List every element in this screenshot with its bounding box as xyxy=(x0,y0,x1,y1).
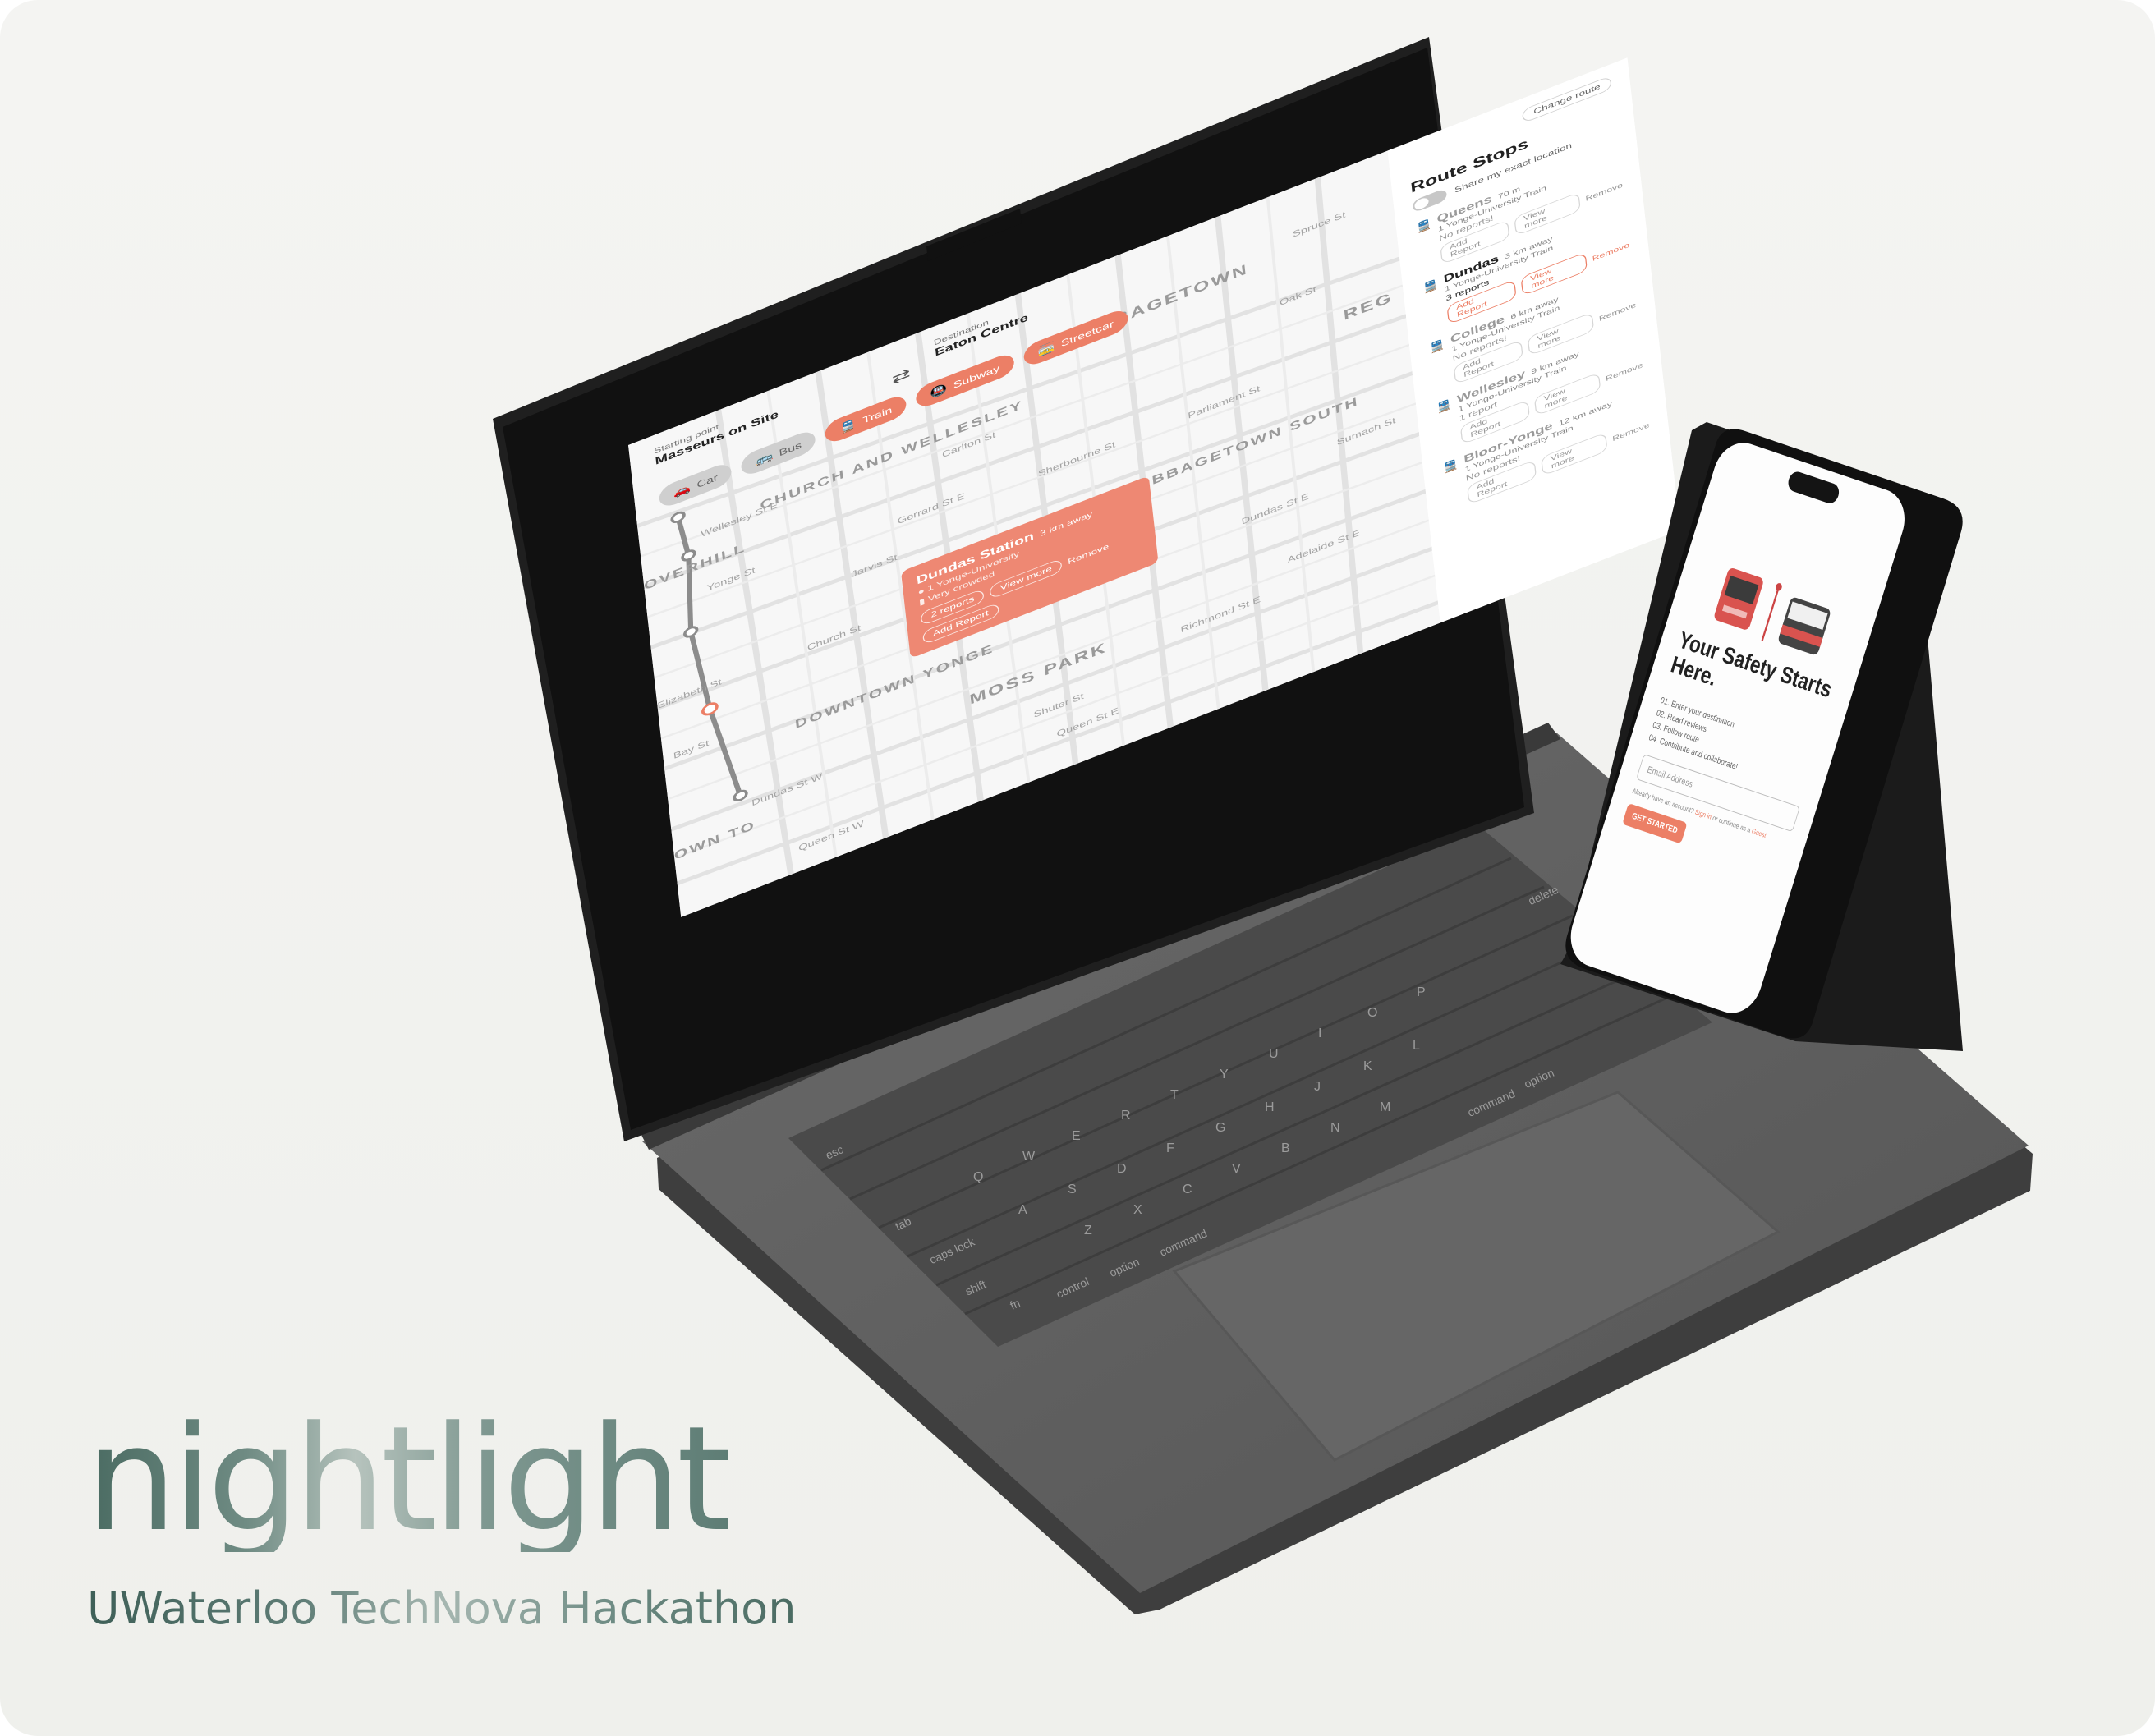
key-label: P xyxy=(1417,985,1426,999)
key-label: F xyxy=(1166,1141,1174,1155)
trackpad xyxy=(1172,1091,1781,1462)
key-label: esc xyxy=(823,1142,846,1162)
mode-label: Car xyxy=(696,471,719,490)
laptop-deck xyxy=(642,733,2029,1593)
continue-text: or continue as a xyxy=(1712,814,1752,834)
key-label: H xyxy=(1265,1100,1275,1114)
key-label: shift xyxy=(963,1277,988,1298)
key-label: K xyxy=(1363,1059,1372,1073)
train-icon: 🚆 xyxy=(839,416,857,435)
key-label: S xyxy=(1068,1183,1077,1196)
brand-tagline: UWaterloo TechNova Hackathon xyxy=(87,1582,797,1634)
train-icon: 🚆 xyxy=(1441,457,1460,475)
streetcar-icon: 🚋 xyxy=(1036,340,1056,358)
showcase-canvas: CABBAGETOWN CHURCH AND WELLESLEY CABBAGE… xyxy=(0,0,2155,1736)
guest-link[interactable]: Guest xyxy=(1751,827,1767,839)
key-label: tab xyxy=(893,1214,913,1233)
key-label: command xyxy=(1465,1086,1518,1119)
dynamic-island xyxy=(1785,469,1842,506)
key-label: B xyxy=(1281,1141,1290,1155)
key-label: R xyxy=(1121,1109,1131,1123)
train-icon: 🚆 xyxy=(1421,277,1440,295)
subway-icon: 🚇 xyxy=(929,381,949,400)
route-map[interactable]: CABBAGETOWN CHURCH AND WELLESLEY CABBAGE… xyxy=(628,150,1440,917)
key-label: N xyxy=(1330,1121,1340,1135)
brand-wordmark: nightlight xyxy=(85,1395,733,1564)
key-label: option xyxy=(1522,1065,1556,1091)
key-label: I xyxy=(1318,1026,1322,1040)
train-icon: 🚆 xyxy=(1434,397,1454,416)
key-label: delete xyxy=(1526,882,1560,908)
key-label: E xyxy=(1072,1129,1081,1143)
keyboard-well xyxy=(788,825,1712,1347)
mode-label: Bus xyxy=(778,439,802,458)
key-label: Z xyxy=(1084,1224,1092,1238)
key-label: option xyxy=(1107,1254,1142,1280)
key-label: X xyxy=(1133,1203,1142,1217)
key-label: U xyxy=(1269,1047,1279,1061)
key-label: Q xyxy=(973,1170,984,1184)
key-label: Y xyxy=(1220,1068,1229,1082)
key-label: D xyxy=(1117,1162,1127,1176)
car-icon: 🚗 xyxy=(673,481,692,499)
train-icon: 🚆 xyxy=(1427,337,1447,356)
route-stops-panel: Change route Route Stops Share my exact … xyxy=(1387,57,1680,623)
key-label: fn xyxy=(1008,1296,1022,1312)
train-icon: 🚆 xyxy=(1414,217,1434,235)
key-label: command xyxy=(1157,1226,1210,1259)
key-label: G xyxy=(1215,1121,1226,1135)
key-label: O xyxy=(1367,1006,1378,1020)
key-label: M xyxy=(1380,1100,1391,1114)
laptop-screen-app: CABBAGETOWN CHURCH AND WELLESLEY CABBAGE… xyxy=(628,57,1680,917)
key-label: T xyxy=(1170,1088,1179,1102)
bus-icon: 🚌 xyxy=(755,449,774,467)
key-label: L xyxy=(1413,1039,1420,1053)
key-label: control xyxy=(1054,1274,1091,1301)
key-label: C xyxy=(1183,1183,1192,1196)
key-label: V xyxy=(1232,1162,1241,1176)
key-label: W xyxy=(1022,1150,1036,1164)
key-label: J xyxy=(1314,1080,1321,1094)
key-label: caps lock xyxy=(927,1234,977,1267)
key-label: A xyxy=(1018,1203,1027,1217)
sign-in-link[interactable]: Sign in xyxy=(1694,808,1713,821)
